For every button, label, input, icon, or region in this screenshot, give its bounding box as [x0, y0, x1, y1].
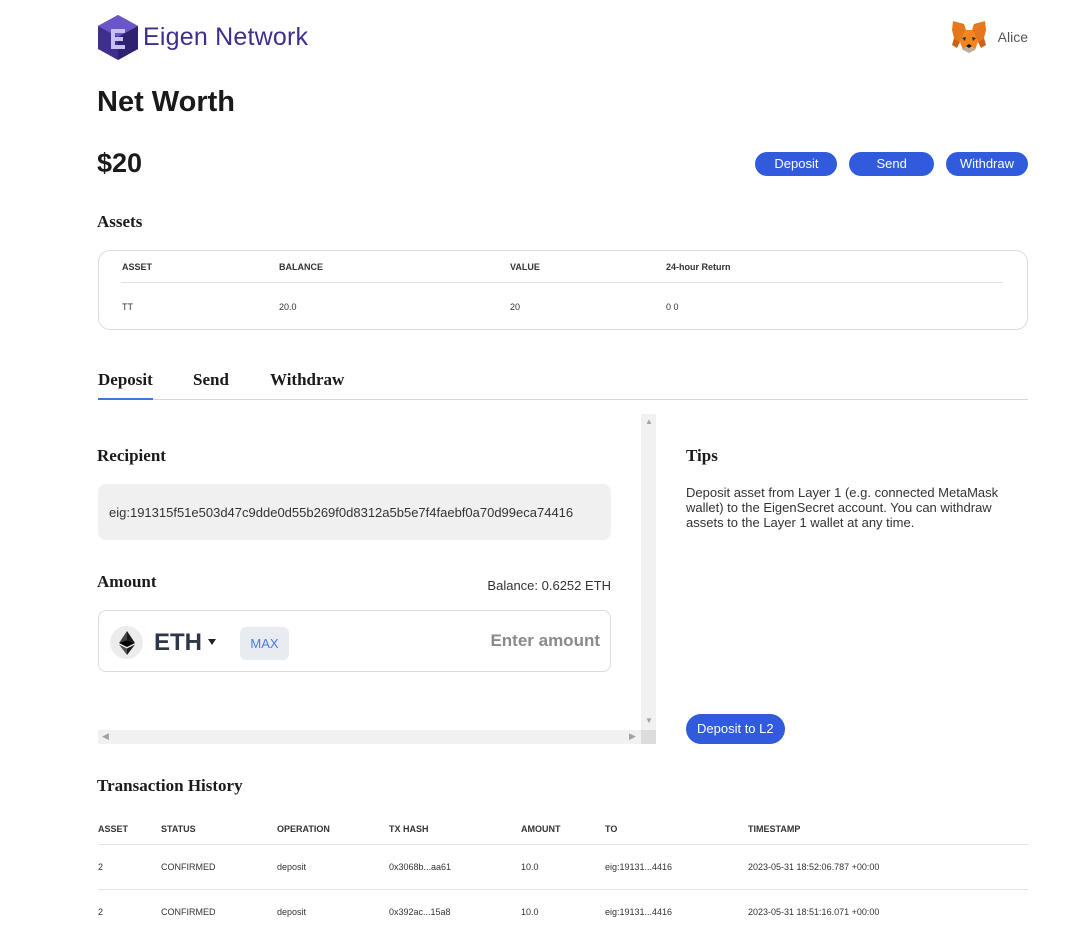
history-to-cell: eig:19131...4416 — [605, 907, 673, 917]
action-buttons: Deposit Send Withdraw — [755, 152, 1028, 176]
history-asset-cell: 2 — [98, 907, 104, 917]
history-to-cell: eig:19131...4416 — [605, 862, 673, 872]
assets-divider — [121, 282, 1003, 283]
net-worth-value: $20 — [97, 148, 143, 178]
table-row-divider — [98, 889, 1028, 890]
balance-text: Balance: 0.6252 ETH — [487, 578, 611, 593]
history-timestamp-cell: 2023-05-31 18:51:16.071 +00:00 — [748, 907, 880, 917]
assets-col-return: 24-hour Return — [666, 262, 731, 272]
vertical-scrollbar[interactable]: ▲ ▼ — [641, 414, 656, 730]
deposit-to-l2-button[interactable]: Deposit to L2 — [686, 714, 785, 744]
tips-text: Deposit asset from Layer 1 (e.g. connect… — [686, 485, 999, 530]
chevron-down-icon[interactable] — [208, 639, 216, 645]
max-button[interactable]: MAX — [240, 627, 289, 660]
assets-col-balance: BALANCE — [279, 262, 323, 272]
tab-bar: Deposit Send Withdraw — [98, 368, 1028, 400]
horizontal-scrollbar[interactable]: ◀ ▶ — [98, 730, 641, 744]
recipient-label: Recipient — [97, 446, 166, 465]
user-name: Alice — [997, 29, 1028, 45]
tab-send[interactable]: Send — [193, 370, 229, 390]
ethereum-icon — [110, 626, 143, 659]
scrollbar-corner — [641, 730, 656, 744]
history-status-cell: CONFIRMED — [161, 907, 216, 917]
assets-col-asset: ASSET — [122, 262, 153, 272]
table-row-divider — [98, 844, 1028, 845]
history-txhash-cell[interactable]: 0x392ac...15a8 — [389, 907, 451, 917]
history-title: Transaction History — [97, 776, 243, 795]
scroll-left-icon[interactable]: ◀ — [102, 731, 109, 742]
scroll-up-icon[interactable]: ▲ — [645, 417, 653, 426]
tab-deposit[interactable]: Deposit — [98, 370, 153, 400]
tab-withdraw[interactable]: Withdraw — [270, 370, 344, 390]
history-col-status: STATUS — [161, 824, 196, 834]
history-col-asset: ASSET — [98, 824, 129, 834]
brand-name: Eigen Network — [143, 23, 309, 51]
history-amount-cell: 10.0 — [521, 907, 539, 917]
amount-input[interactable] — [400, 631, 600, 651]
tips-title: Tips — [686, 446, 718, 465]
history-txhash-cell[interactable]: 0x3068b...aa61 — [389, 862, 451, 872]
history-col-to: TO — [605, 824, 618, 834]
token-selector[interactable]: ETH — [154, 629, 202, 657]
assets-table: ASSET BALANCE VALUE 24-hour Return TT 20… — [98, 250, 1028, 330]
history-col-txhash: TX HASH — [389, 824, 429, 834]
amount-label: Amount — [97, 572, 157, 591]
assets-title: Assets — [97, 212, 143, 231]
history-operation-cell: deposit — [277, 907, 307, 917]
history-timestamp-cell: 2023-05-31 18:52:06.787 +00:00 — [748, 862, 880, 872]
return-cell: 0 0 — [666, 302, 679, 312]
history-col-operation: OPERATION — [277, 824, 330, 834]
history-col-timestamp: TIMESTAMP — [748, 824, 801, 834]
user-menu[interactable]: Alice — [951, 20, 1028, 54]
assets-col-value: VALUE — [510, 262, 540, 272]
history-col-amount: AMOUNT — [521, 824, 561, 834]
value-cell: 20 — [510, 302, 521, 312]
deposit-button[interactable]: Deposit — [755, 152, 838, 176]
history-status-cell: CONFIRMED — [161, 862, 216, 872]
withdraw-button[interactable]: Withdraw — [945, 152, 1028, 176]
eigen-logo[interactable]: Eigen Network — [97, 14, 308, 61]
recipient-field[interactable]: eig:191315f51e503d47c9dde0d55b269f0d8312… — [98, 484, 611, 540]
scroll-down-icon[interactable]: ▼ — [645, 716, 653, 725]
amount-field: ETH MAX — [98, 610, 611, 672]
balance-cell: 20.0 — [279, 302, 297, 312]
history-amount-cell: 10.0 — [521, 862, 539, 872]
metamask-fox-icon — [951, 21, 986, 53]
page-title: Net Worth — [97, 86, 236, 118]
asset-cell: TT — [122, 302, 133, 312]
eigen-logo-icon — [98, 15, 138, 60]
history-operation-cell: deposit — [277, 862, 307, 872]
send-button[interactable]: Send — [849, 152, 934, 176]
scroll-right-icon[interactable]: ▶ — [629, 731, 636, 742]
history-asset-cell: 2 — [98, 862, 104, 872]
